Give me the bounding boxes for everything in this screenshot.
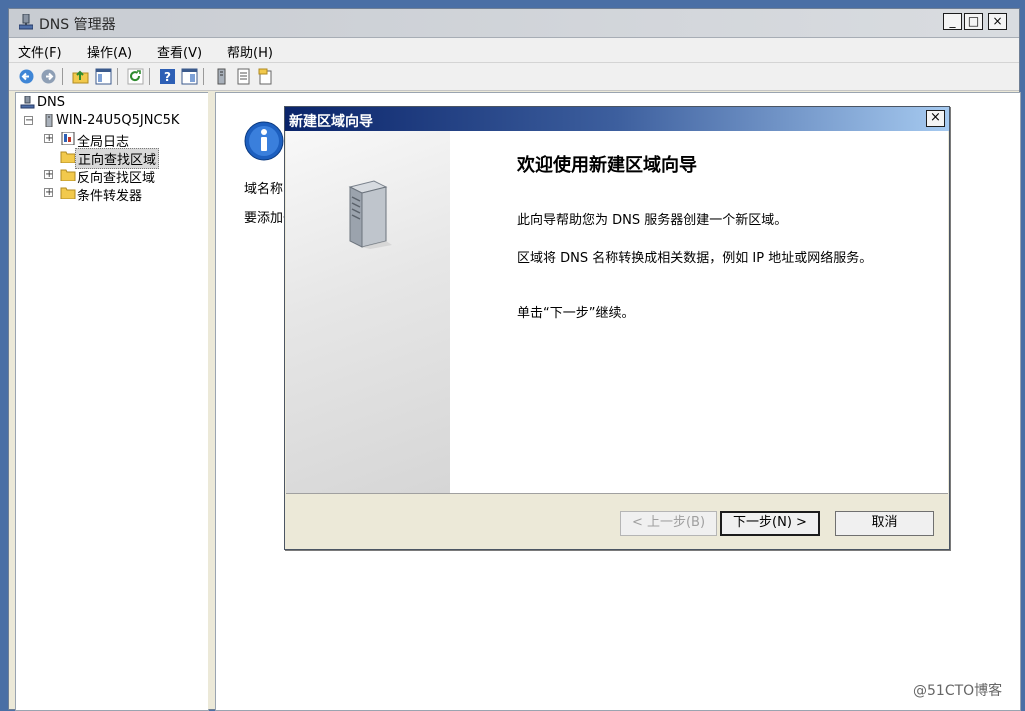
tree-node-reverse-zones[interactable]: + 反向查找区域	[20, 166, 200, 186]
server-tower-icon	[348, 180, 392, 249]
info-icon	[244, 121, 284, 161]
show-tree-icon[interactable]	[95, 68, 112, 85]
expand-toggle[interactable]: +	[44, 134, 53, 144]
tree-label-conditional-forwarders: 条件转发器	[77, 189, 143, 204]
title-bar[interactable]: DNS 管理器 _ □ ×	[9, 9, 1019, 38]
properties-icon[interactable]	[181, 68, 198, 85]
collapse-toggle[interactable]: −	[24, 116, 33, 126]
expand-toggle[interactable]: +	[44, 170, 53, 180]
dialog-title: 新建区域向导	[289, 114, 373, 130]
cancel-button[interactable]: 取消	[835, 511, 934, 536]
tree-label-dns: DNS	[37, 95, 65, 110]
server-icon	[45, 114, 53, 127]
next-button[interactable]: 下一步(N) >	[720, 511, 820, 536]
wizard-welcome-page: 欢迎使用新建区域向导 此向导帮助您为 DNS 服务器创建一个新区域。 区域将 D…	[286, 131, 948, 494]
window-title: DNS 管理器	[39, 17, 116, 33]
back-icon[interactable]	[18, 68, 35, 85]
server-list-icon[interactable]	[213, 68, 230, 85]
forward-icon[interactable]	[40, 68, 57, 85]
wizard-text-instruction: 单击“下一步”继续。	[517, 306, 635, 321]
toolbar-separator	[117, 68, 118, 85]
event-log-icon	[61, 132, 75, 145]
menu-bar: 文件(F) 操作(A) 查看(V) 帮助(H)	[9, 38, 1019, 63]
watermark-text: @51CTO博客	[913, 683, 1003, 699]
maximize-button[interactable]: □	[964, 13, 983, 30]
tree-node-dns[interactable]: DNS	[20, 94, 200, 112]
dns-root-icon	[20, 96, 35, 109]
svg-text:?: ?	[164, 70, 171, 84]
folder-icon	[60, 169, 76, 181]
menu-file[interactable]: 文件(F)	[18, 42, 62, 61]
wizard-text-description: 区域将 DNS 名称转换成相关数据，例如 IP 地址或网络服务。	[517, 251, 873, 266]
back-button[interactable]: < 上一步(B)	[620, 511, 717, 536]
new-zone-wizard-dialog: 新建区域向导 × 欢迎使用新建区域向导 此向导帮助您为 DNS 服务器创建一个新…	[284, 106, 950, 550]
tree-node-server[interactable]: − WIN-24U5Q5JNC5K	[20, 112, 200, 130]
wizard-side-panel	[286, 131, 450, 493]
tree-label-server: WIN-24U5Q5JNC5K	[56, 113, 180, 128]
pane-splitter[interactable]	[208, 92, 214, 709]
minimize-button[interactable]: _	[943, 13, 962, 30]
console-tree[interactable]: DNS − WIN-24U5Q5JNC5K + 全局日志 正向查找区域 + 反向…	[15, 92, 209, 711]
wizard-text-intro: 此向导帮助您为 DNS 服务器创建一个新区域。	[517, 213, 788, 228]
folder-icon	[60, 151, 76, 163]
menu-view[interactable]: 查看(V)	[157, 42, 202, 61]
dns-app-icon	[19, 14, 33, 30]
expand-toggle[interactable]: +	[44, 188, 53, 198]
toolbar-separator	[62, 68, 63, 85]
dialog-close-button[interactable]: ×	[926, 110, 945, 127]
help-icon[interactable]: ?	[159, 68, 176, 85]
refresh-icon[interactable]	[127, 68, 144, 85]
wizard-heading: 欢迎使用新建区域向导	[517, 155, 697, 176]
list-view-icon[interactable]	[235, 68, 252, 85]
up-folder-icon[interactable]	[72, 68, 89, 85]
menu-help[interactable]: 帮助(H)	[227, 42, 273, 61]
toolbar-separator	[203, 68, 204, 85]
export-icon[interactable]	[257, 68, 274, 85]
dialog-title-bar[interactable]: 新建区域向导 ×	[285, 107, 949, 131]
folder-icon	[60, 187, 76, 199]
menu-action[interactable]: 操作(A)	[87, 42, 132, 61]
wizard-button-bar: < 上一步(B) 下一步(N) > 取消	[286, 495, 948, 549]
toolbar: ?	[9, 63, 1019, 91]
tree-node-global-log[interactable]: + 全局日志	[20, 130, 200, 150]
close-button[interactable]: ×	[988, 13, 1007, 30]
tree-node-forward-zones[interactable]: 正向查找区域	[20, 148, 200, 169]
tree-node-conditional-forwarders[interactable]: + 条件转发器	[20, 184, 200, 204]
toolbar-separator	[149, 68, 150, 85]
